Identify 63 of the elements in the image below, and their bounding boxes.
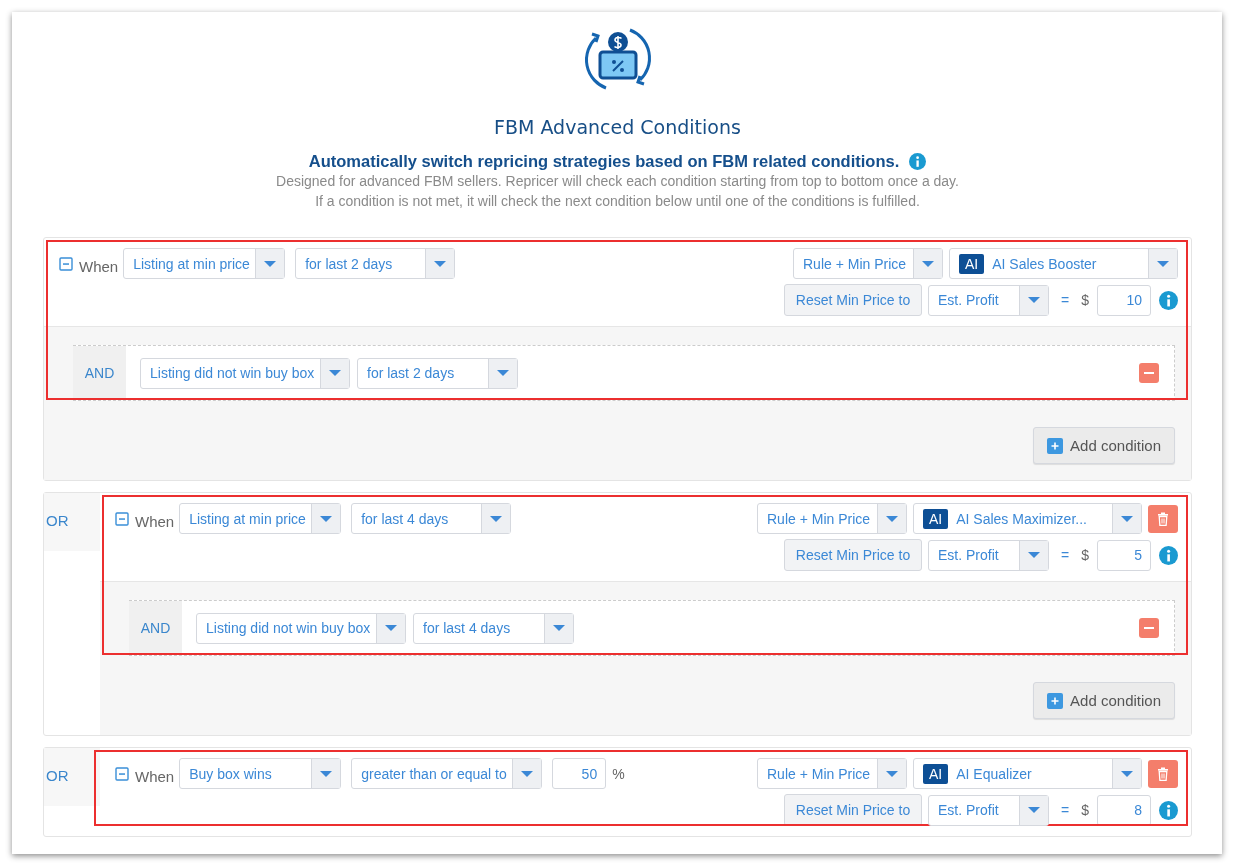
info-icon[interactable] [1159, 800, 1178, 820]
reset-base-dropdown[interactable]: Est. Profit [928, 284, 1049, 316]
info-icon[interactable] [1159, 545, 1178, 565]
info-icon[interactable] [909, 153, 927, 170]
strategy-dropdown[interactable]: AI AI Sales Booster [949, 248, 1178, 279]
unit-label: % [612, 766, 625, 782]
operator-dropdown[interactable]: for last 2 days [295, 248, 456, 279]
description-text: If a condition is not met, it will check the next condition below until one of the conditions is fulfilled. [315, 192, 920, 211]
minus-icon [1144, 627, 1154, 629]
strategy-mode-dropdown[interactable]: Rule + Min Price [757, 758, 907, 789]
collapse-icon[interactable] [115, 512, 129, 526]
when-label: When [79, 258, 119, 275]
page-subtitle: Automatically switch repricing strategies based on FBM related conditions. [308, 152, 900, 171]
amount-input[interactable]: 8 [1097, 794, 1151, 826]
info-icon[interactable] [1159, 290, 1178, 310]
currency-label: $ [1081, 802, 1089, 818]
and-label: AND [129, 601, 182, 655]
or-label: OR [44, 493, 100, 551]
when-label: When [135, 513, 175, 530]
reset-min-price-button[interactable]: Reset Min Price to [784, 539, 922, 571]
equals-sign: = [1061, 802, 1070, 818]
operator-dropdown[interactable]: greater than or equal to [351, 758, 543, 789]
currency-label: $ [1081, 547, 1089, 563]
reset-base-dropdown[interactable]: Est. Profit [928, 539, 1049, 571]
condition-dropdown[interactable]: Buy box wins [179, 758, 342, 789]
and-label: AND [73, 346, 126, 400]
period-dropdown[interactable]: for last 4 days [413, 612, 574, 644]
equals-sign: = [1061, 292, 1070, 308]
operator-dropdown[interactable]: for last 4 days [351, 503, 512, 534]
condition-dropdown[interactable]: Listing at min price [123, 248, 286, 279]
collapse-icon[interactable] [59, 257, 73, 271]
when-label: When [135, 768, 175, 785]
threshold-input[interactable]: 50 [552, 758, 607, 789]
page-title: FBM Advanced Conditions [494, 116, 741, 138]
add-condition-button[interactable]: Add condition [1033, 682, 1175, 719]
remove-condition-button[interactable] [1139, 618, 1159, 638]
condition-dropdown[interactable]: Listing did not win buy box [140, 357, 350, 389]
strategy-mode-dropdown[interactable]: Rule + Min Price [793, 248, 943, 279]
equals-sign: = [1061, 547, 1070, 563]
delete-button[interactable] [1148, 759, 1178, 788]
trash-icon [1157, 511, 1169, 526]
currency-label: $ [1081, 292, 1089, 308]
plus-icon [1047, 692, 1064, 709]
amount-input[interactable]: 5 [1097, 539, 1151, 571]
reset-base-dropdown[interactable]: Est. Profit [928, 794, 1049, 826]
condition-dropdown[interactable]: Listing at min price [179, 503, 342, 534]
strategy-mode-dropdown[interactable]: Rule + Min Price [757, 503, 907, 534]
trash-icon [1157, 766, 1169, 781]
plus-icon [1047, 437, 1064, 454]
strategy-dropdown[interactable]: AI AI Sales Maximizer... [913, 503, 1142, 534]
or-label: OR [44, 748, 100, 806]
condition-dropdown[interactable]: Listing did not win buy box [196, 612, 406, 644]
reset-min-price-button[interactable]: Reset Min Price to [784, 794, 922, 826]
collapse-icon[interactable] [115, 767, 129, 781]
period-dropdown[interactable]: for last 2 days [357, 357, 518, 389]
minus-icon [1144, 372, 1154, 374]
reset-min-price-button[interactable]: Reset Min Price to [784, 284, 922, 316]
description-text: Designed for advanced FBM sellers. Repricer will check each condition starting from top to bottom once a day. [276, 172, 959, 191]
amount-input[interactable]: 10 [1097, 284, 1151, 316]
add-condition-button[interactable]: Add condition [1033, 427, 1175, 464]
delete-button[interactable] [1148, 504, 1178, 533]
strategy-dropdown[interactable]: AI AI Equalizer [913, 758, 1142, 789]
remove-condition-button[interactable] [1139, 363, 1159, 383]
